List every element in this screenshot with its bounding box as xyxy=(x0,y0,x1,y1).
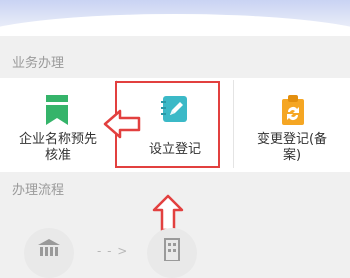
office-building-icon xyxy=(163,237,181,265)
bookmark-icon xyxy=(45,94,69,130)
tile-label: 企业名称预先 xyxy=(18,132,97,147)
process-section-title: 办理流程 xyxy=(12,183,65,198)
bank-building-icon xyxy=(37,238,61,264)
flow-step-1 xyxy=(24,228,74,278)
tile-name-preapproval[interactable]: 企业名称预先 核准 xyxy=(0,80,116,170)
tile-change-registration[interactable]: 变更登记(备 案) xyxy=(234,80,350,170)
tile-label: 核准 xyxy=(44,148,71,163)
top-banner xyxy=(0,0,350,36)
tile-label: 变更登记(备 xyxy=(256,132,328,147)
services-section-title: 业务办理 xyxy=(12,56,65,71)
left-arrow-annotation-icon xyxy=(103,108,141,144)
tile-label: 案) xyxy=(282,148,302,163)
flow-step-2 xyxy=(147,228,197,278)
banner-wave xyxy=(0,14,350,36)
refresh-document-icon xyxy=(280,94,306,130)
flow-arrow: - - > xyxy=(97,244,129,258)
